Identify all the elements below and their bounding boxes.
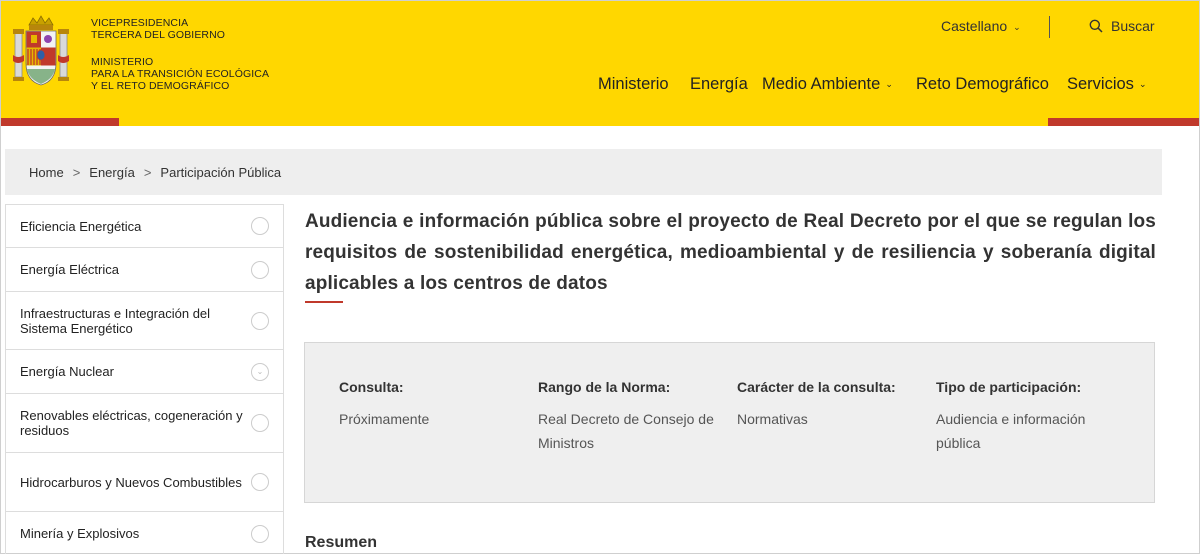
sidebar-item-mineria[interactable]: Minería y Explosivos [6,512,283,554]
nav-item-reto-demografico[interactable]: Reto Demográfico [916,75,1049,94]
search-icon [1089,19,1103,33]
header-divider [1049,16,1050,38]
breadcrumb-separator: > [72,164,81,180]
nav-item-energia[interactable]: Energía [690,75,748,94]
circle-icon [251,260,269,279]
chevron-down-icon: ⌄ [1138,79,1147,89]
circle-icon [251,217,269,235]
breadcrumb: Home > Energía > Participación Pública [5,149,1162,195]
nav-label: Ministerio [598,75,669,93]
sidebar-item-label: Minería y Explosivos [20,526,140,541]
sidebar-item-label: Energía Eléctrica [20,262,119,277]
info-label: Consulta: [339,379,404,395]
info-value: Real Decreto de Consejo de Ministros [538,411,714,451]
page-title: Audiencia e información pública sobre el… [305,211,1156,294]
info-caracter-consulta: Carácter de la consulta: Normativas [737,379,922,431]
sidebar-item-label: Infraestructuras e Integración del Siste… [20,305,211,336]
info-value: Audiencia e información pública [936,411,1086,451]
info-label: Tipo de participación: [936,379,1082,395]
main-navigation: Ministerio Energía Medio Ambiente ⌄ Reto … [1,75,1199,97]
breadcrumb-home[interactable]: Home [29,165,64,180]
government-label: VICEPRESIDENCIA TERCERA DEL GOBIERNO [91,17,225,41]
header-accent-bar-left [1,118,119,126]
consultation-info-box: Consulta: Próximamente Rango de la Norma… [304,342,1155,503]
site-header: VICEPRESIDENCIA TERCERA DEL GOBIERNO MIN… [1,1,1199,126]
header-accent-bar-right [1048,118,1199,126]
sidebar-item-eficiencia-energetica[interactable]: Eficiencia Energética [6,205,283,248]
info-tipo-participacion: Tipo de participación: Audiencia e infor… [936,379,1121,455]
chevron-down-circle-icon: ⌄ [251,362,269,381]
breadcrumb-participacion-publica: Participación Pública [160,164,282,180]
language-label: Castellano [941,18,1008,34]
sidebar-item-label: Renovables eléctricas, cogeneración y re… [20,408,243,438]
nav-item-servicios[interactable]: Servicios ⌄ [1067,75,1146,94]
sidebar-item-label: Energía Nuclear [20,364,114,379]
chevron-down-icon: ⌄ [1013,22,1021,32]
circle-icon [251,414,269,432]
info-consulta: Consulta: Próximamente [339,379,524,431]
gov-line-1: VICEPRESIDENCIA [91,17,189,29]
sidebar-item-energia-electrica[interactable]: Energía Eléctrica [6,248,283,292]
language-selector[interactable]: Castellano ⌄ [941,18,1021,34]
nav-label: Energía [690,75,748,93]
nav-label: Servicios [1067,75,1134,93]
circle-icon [251,311,269,330]
info-value: Normativas [737,411,808,427]
nav-item-ministerio[interactable]: Ministerio [598,75,669,94]
search-label: Buscar [1111,18,1155,34]
title-underline [305,301,343,303]
sidebar-item-energia-nuclear[interactable]: Energía Nuclear ⌄ [6,350,283,394]
sidebar-item-infraestructuras[interactable]: Infraestructuras e Integración del Siste… [6,292,283,350]
sidebar-item-hidrocarburos[interactable]: Hidrocarburos y Nuevos Combustibles [6,453,283,512]
sidebar-item-renovables[interactable]: Renovables eléctricas, cogeneración y re… [6,394,283,453]
sidebar: Eficiencia Energética Energía Eléctrica … [5,204,284,554]
sidebar-item-label: Eficiencia Energética [20,218,142,234]
info-label: Carácter de la consulta: [737,379,896,395]
info-rango-norma: Rango de la Norma: Real Decreto de Conse… [538,379,723,455]
search-button[interactable]: Buscar [1089,18,1155,34]
info-label: Rango de la Norma: [538,379,671,395]
circle-icon [251,524,269,543]
info-value: Próximamente [339,411,430,427]
nav-label: Medio Ambiente [762,75,881,93]
breadcrumb-separator: > [143,164,152,180]
sidebar-item-label: Hidrocarburos y Nuevos Combustibles [20,474,242,490]
ministry-line-1: MINISTERIO [91,56,154,68]
nav-item-medio-ambiente[interactable]: Medio Ambiente ⌄ [762,75,893,94]
circle-icon [251,473,269,491]
gov-line-2: TERCERA DEL GOBIERNO [91,29,226,41]
breadcrumb-energia[interactable]: Energía [89,165,135,180]
summary-heading: Resumen [305,534,378,551]
chevron-down-icon: ⌄ [885,79,893,89]
nav-label: Reto Demográfico [916,75,1049,93]
